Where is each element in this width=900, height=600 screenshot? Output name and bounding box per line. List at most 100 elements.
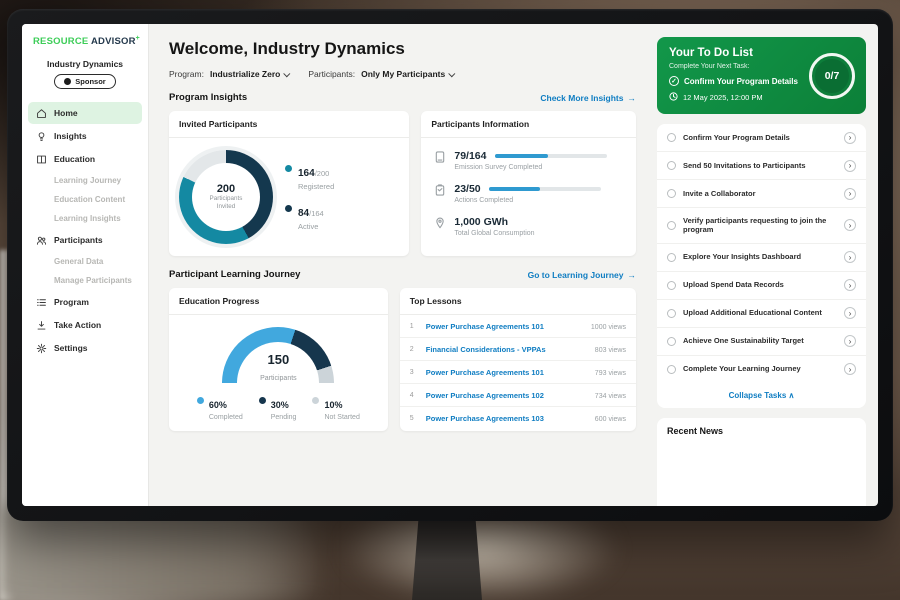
sidebar: RESOURCE ADVISOR+ Industry Dynamics Spon… bbox=[22, 24, 149, 506]
lesson-link[interactable]: Power Purchase Agreements 101 bbox=[426, 368, 586, 377]
sidebar-item-label: Program bbox=[54, 297, 89, 307]
legend-item-registered: 164/200 Registered bbox=[285, 163, 334, 191]
legend-dot bbox=[285, 165, 292, 172]
lesson-link[interactable]: Financial Considerations - VPPAs bbox=[426, 345, 586, 354]
task-checkbox[interactable] bbox=[667, 309, 676, 318]
sponsor-icon bbox=[64, 78, 71, 85]
people-icon bbox=[35, 234, 47, 246]
sidebar-nav: Home Insights Education Learning Journey… bbox=[22, 102, 148, 359]
sidebar-item-education-content[interactable]: Education Content bbox=[22, 190, 148, 209]
program-select[interactable]: Industrialize Zero bbox=[210, 69, 290, 79]
donut-center: 200 Participants Invited bbox=[192, 163, 260, 231]
learning-journey-header: Participant Learning Journey Go to Learn… bbox=[169, 269, 636, 280]
stat-global-consumption: 1,000 GWh Total Global Consumption bbox=[433, 216, 624, 237]
task-checkbox[interactable] bbox=[667, 133, 676, 142]
chevron-right-icon[interactable]: › bbox=[844, 219, 856, 231]
todo-task[interactable]: Explore Your Insights Dashboard › bbox=[657, 244, 866, 272]
participants-filter-label: Participants: bbox=[308, 69, 355, 79]
stat-emission-survey: 79/164 Emission Survey Completed bbox=[433, 150, 624, 171]
chevron-down-icon bbox=[284, 70, 291, 77]
todo-task[interactable]: Verify participants requesting to join t… bbox=[657, 208, 866, 244]
chevron-right-icon[interactable]: › bbox=[844, 335, 856, 347]
task-checkbox[interactable] bbox=[667, 161, 676, 170]
check-more-insights-link[interactable]: Check More Insights → bbox=[540, 93, 636, 103]
sidebar-item-program[interactable]: Program bbox=[28, 291, 142, 313]
todo-task[interactable]: Confirm Your Program Details › bbox=[657, 124, 866, 152]
todo-task[interactable]: Upload Spend Data Records › bbox=[657, 272, 866, 300]
chevron-right-icon[interactable]: › bbox=[844, 160, 856, 172]
todo-progress-ring: 0/7 bbox=[809, 53, 855, 99]
sidebar-item-education[interactable]: Education bbox=[28, 148, 142, 170]
map-pin-icon bbox=[433, 216, 446, 237]
task-checkbox[interactable] bbox=[667, 221, 676, 230]
legend-dot bbox=[285, 205, 292, 212]
donut-center-value: 200 bbox=[217, 183, 235, 195]
arrow-right-icon: → bbox=[628, 270, 637, 280]
task-checkbox[interactable] bbox=[667, 337, 676, 346]
legend-dot bbox=[312, 397, 319, 404]
donut-center-label: Participants Invited bbox=[202, 195, 250, 210]
sidebar-item-label: Insights bbox=[54, 131, 87, 141]
program-insights-header: Program Insights Check More Insights → bbox=[169, 92, 636, 103]
sidebar-item-insights[interactable]: Insights bbox=[28, 125, 142, 147]
lesson-link[interactable]: Power Purchase Agreements 102 bbox=[426, 391, 586, 400]
top-lessons-card: Top Lessons 1 Power Purchase Agreements … bbox=[400, 288, 636, 431]
section-title: Program Insights bbox=[169, 92, 247, 103]
sponsor-badge[interactable]: Sponsor bbox=[54, 74, 115, 89]
card-title: Participants Information bbox=[421, 111, 636, 138]
sidebar-item-manage-participants[interactable]: Manage Participants bbox=[22, 271, 148, 290]
logo-advisor: ADVISOR bbox=[91, 36, 136, 47]
main-content: Welcome, Industry Dynamics Program: Indu… bbox=[149, 24, 649, 506]
survey-icon bbox=[433, 150, 446, 171]
task-checkbox[interactable] bbox=[667, 281, 676, 290]
lesson-link[interactable]: Power Purchase Agreements 103 bbox=[426, 414, 586, 423]
sidebar-item-label: Settings bbox=[54, 343, 88, 353]
lesson-row: 1 Power Purchase Agreements 101 1000view… bbox=[400, 315, 636, 338]
sidebar-item-home[interactable]: Home bbox=[28, 102, 142, 124]
lesson-row: 5 Power Purchase Agreements 103 600views bbox=[400, 407, 636, 429]
todo-task[interactable]: Send 50 Invitations to Participants › bbox=[657, 152, 866, 180]
program-select-value: Industrialize Zero bbox=[210, 69, 280, 79]
sidebar-item-general-data[interactable]: General Data bbox=[22, 252, 148, 271]
progress-bar bbox=[489, 187, 601, 191]
task-checkbox[interactable] bbox=[667, 365, 676, 374]
card-title: Invited Participants bbox=[169, 111, 409, 138]
chevron-right-icon[interactable]: › bbox=[844, 251, 856, 263]
todo-task[interactable]: Complete Your Learning Journey › bbox=[657, 356, 866, 383]
next-task[interactable]: ✓ Confirm Your Program Details bbox=[669, 76, 809, 86]
legend-dot bbox=[259, 397, 266, 404]
participants-select[interactable]: Only My Participants bbox=[361, 69, 455, 79]
logo-plus: + bbox=[136, 35, 140, 42]
task-checkbox[interactable] bbox=[667, 189, 676, 198]
sidebar-item-learning-journey[interactable]: Learning Journey bbox=[22, 171, 148, 190]
chevron-right-icon[interactable]: › bbox=[844, 279, 856, 291]
todo-task-list: Confirm Your Program Details › Send 50 I… bbox=[657, 124, 866, 408]
task-checkbox[interactable] bbox=[667, 253, 676, 262]
recent-news-card: Recent News bbox=[657, 418, 866, 507]
chevron-down-icon bbox=[448, 70, 455, 77]
lesson-link[interactable]: Power Purchase Agreements 101 bbox=[426, 322, 582, 331]
home-icon bbox=[35, 107, 47, 119]
todo-task[interactable]: Invite a Collaborator › bbox=[657, 180, 866, 208]
chevron-right-icon[interactable]: › bbox=[844, 188, 856, 200]
download-icon bbox=[35, 319, 47, 331]
sidebar-item-label: Education bbox=[54, 154, 95, 164]
logo-resource: RESOURCE bbox=[33, 36, 88, 47]
collapse-tasks-link[interactable]: Collapse Tasks ∧ bbox=[657, 383, 866, 408]
legend-item-completed: 60% Completed bbox=[197, 395, 243, 421]
todo-task[interactable]: Upload Additional Educational Content › bbox=[657, 300, 866, 328]
chevron-right-icon[interactable]: › bbox=[844, 307, 856, 319]
chevron-right-icon[interactable]: › bbox=[844, 132, 856, 144]
legend-item-pending: 30% Pending bbox=[259, 395, 297, 421]
gear-icon bbox=[35, 342, 47, 354]
list-icon bbox=[35, 296, 47, 308]
invited-donut-chart: 200 Participants Invited bbox=[179, 150, 273, 244]
chevron-right-icon[interactable]: › bbox=[844, 363, 856, 375]
sidebar-item-participants[interactable]: Participants bbox=[28, 229, 142, 251]
stat-actions-completed: 23/50 Actions Completed bbox=[433, 183, 624, 204]
sidebar-item-learning-insights[interactable]: Learning Insights bbox=[22, 209, 148, 228]
sidebar-item-settings[interactable]: Settings bbox=[28, 337, 142, 359]
todo-task[interactable]: Achieve One Sustainability Target › bbox=[657, 328, 866, 356]
sidebar-item-take-action[interactable]: Take Action bbox=[28, 314, 142, 336]
go-to-learning-journey-link[interactable]: Go to Learning Journey → bbox=[528, 270, 636, 280]
